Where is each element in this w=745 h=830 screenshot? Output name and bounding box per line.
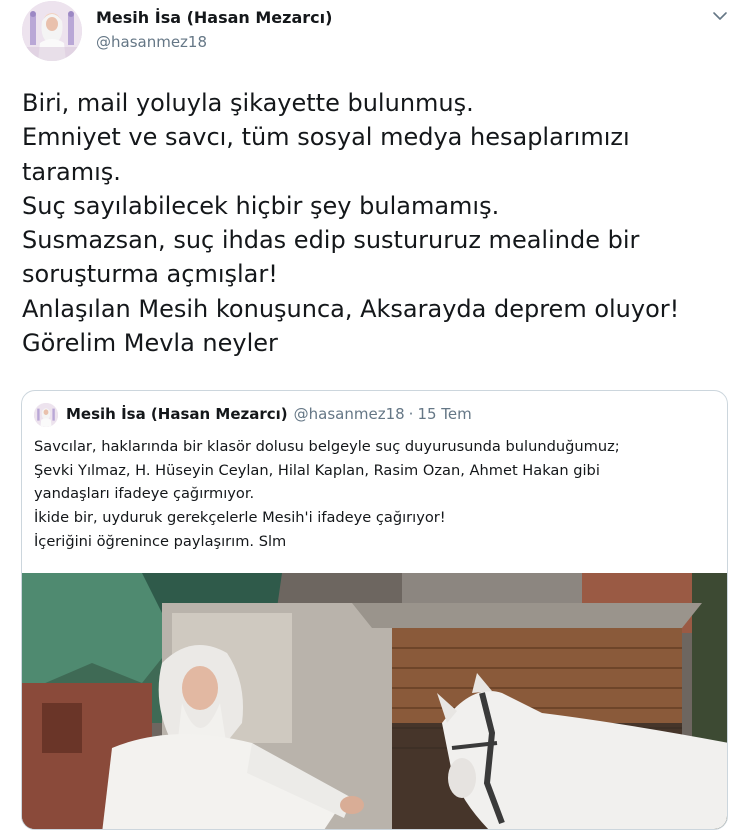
- chevron-down-icon[interactable]: [710, 6, 730, 26]
- quoted-tweet-text: Savcılar, haklarında bir klasör dolusu b…: [34, 435, 719, 554]
- quoted-tweet-line: Savcılar, haklarında bir klasör dolusu b…: [34, 438, 620, 455]
- tweet-line: Susmazsan, suç ihdas edip sustururuz mea…: [22, 226, 640, 255]
- tweet-text: Biri, mail yoluyla şikayette bulunmuş. E…: [22, 86, 737, 360]
- quoted-tweet-header: Mesih İsa (Hasan Mezarcı) @hasanmez18 · 15 …: [66, 405, 472, 423]
- avatar-image: [22, 1, 82, 61]
- video-frame-image: [22, 573, 727, 829]
- video-thumbnail[interactable]: [22, 573, 727, 829]
- author-handle[interactable]: @hasanmez18: [96, 33, 207, 51]
- tweet-line: Anlaşılan Mesih konuşunca, Aksarayda dep…: [22, 294, 680, 323]
- quoted-tweet-card[interactable]: Mesih İsa (Hasan Mezarcı) @hasanmez18 · 15 …: [21, 390, 728, 830]
- quoted-author-name: Mesih İsa (Hasan Mezarcı): [66, 405, 288, 423]
- separator-dot: ·: [408, 405, 414, 423]
- quoted-author-handle: @hasanmez18: [293, 405, 405, 423]
- author-name[interactable]: Mesih İsa (Hasan Mezarcı): [96, 8, 332, 27]
- quoted-tweet-date: 15 Tem: [417, 405, 472, 423]
- author-avatar[interactable]: [22, 1, 82, 61]
- avatar-image: [34, 403, 58, 427]
- tweet-line: taramış.: [22, 157, 121, 186]
- tweet-line: Emniyet ve savcı, tüm sosyal medya hesap…: [22, 123, 630, 152]
- tweet-line: Biri, mail yoluyla şikayette bulunmuş.: [22, 89, 474, 117]
- quoted-author-avatar: [34, 403, 58, 427]
- quoted-tweet-line: yandaşları ifadeye çağırmıyor.: [34, 485, 255, 503]
- tweet-line: Suç sayılabilecek hiçbir şey bulamamış.: [22, 191, 500, 220]
- tweet-line: Görelim Mevla neyler: [22, 329, 278, 358]
- quoted-tweet-line: İçeriğini öğrenince paylaşırım. Slm: [34, 532, 287, 550]
- quoted-tweet-line: İkide bir, uyduruk gerekçelerle Mesih'i …: [34, 509, 446, 527]
- tweet-line: soruşturma açmışlar!: [22, 260, 278, 289]
- quoted-tweet-line: Şevki Yılmaz, H. Hüseyin Ceylan, Hilal K…: [34, 461, 600, 479]
